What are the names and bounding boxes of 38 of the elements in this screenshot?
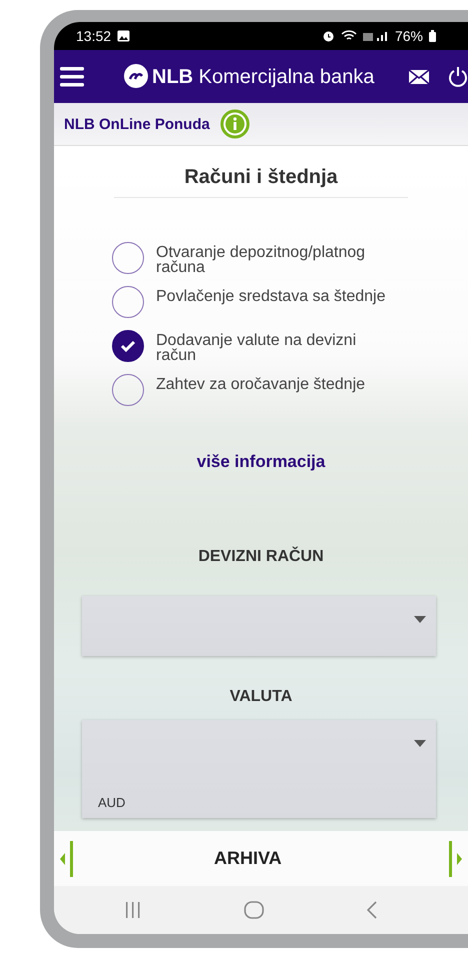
option-label: Dodavanje valute na devizni račun <box>156 331 358 363</box>
option-label: Zahtev za oročavanje štednje <box>156 375 366 392</box>
dropdown-field[interactable]: AUD <box>82 720 436 818</box>
bank-logo: NLB Komercijalna banka <box>124 64 374 89</box>
option-label: Povlačenje sredstava sa štednje <box>156 287 386 304</box>
bottom-bar-title: ARHIVA <box>214 848 282 869</box>
home-icon[interactable] <box>244 901 264 919</box>
more-info-link[interactable]: više informacija <box>196 452 326 472</box>
dropdown-field[interactable] <box>82 596 436 656</box>
radio-button[interactable] <box>112 286 144 318</box>
power-icon[interactable] <box>448 66 468 88</box>
section-title: Računi i štednja <box>114 166 408 198</box>
radio-button[interactable] <box>112 374 144 406</box>
next-arrow-icon[interactable] <box>448 838 462 878</box>
alarm-icon <box>322 30 335 42</box>
image-icon <box>117 30 130 42</box>
caret-icon <box>414 616 426 623</box>
caret-icon <box>414 740 426 747</box>
field-label: VALUTA <box>230 688 292 706</box>
logo-icon <box>124 64 148 88</box>
wifi-icon <box>340 30 357 42</box>
status-time: 13:52 <box>76 28 112 44</box>
radio-button[interactable] <box>112 242 144 274</box>
back-icon[interactable] <box>366 901 377 919</box>
option-label: Otvaranje depozitnog/platnog računa <box>156 243 366 275</box>
previous-arrow-icon[interactable] <box>60 838 74 878</box>
check-icon <box>120 340 136 352</box>
signal-icon <box>362 30 389 42</box>
radio-button[interactable] <box>112 330 144 362</box>
battery-percent: 76% <box>394 28 423 44</box>
recent-apps-icon[interactable] <box>125 902 142 918</box>
mail-icon[interactable] <box>408 68 430 84</box>
dropdown-option[interactable]: AUD <box>98 788 420 818</box>
subheader-title: NLB OnLine Ponuda <box>64 116 210 132</box>
field-label: DEVIZNI RAČUN <box>198 548 324 566</box>
battery-icon <box>429 30 436 42</box>
info-icon[interactable] <box>220 109 250 139</box>
menu-icon[interactable] <box>60 66 84 86</box>
